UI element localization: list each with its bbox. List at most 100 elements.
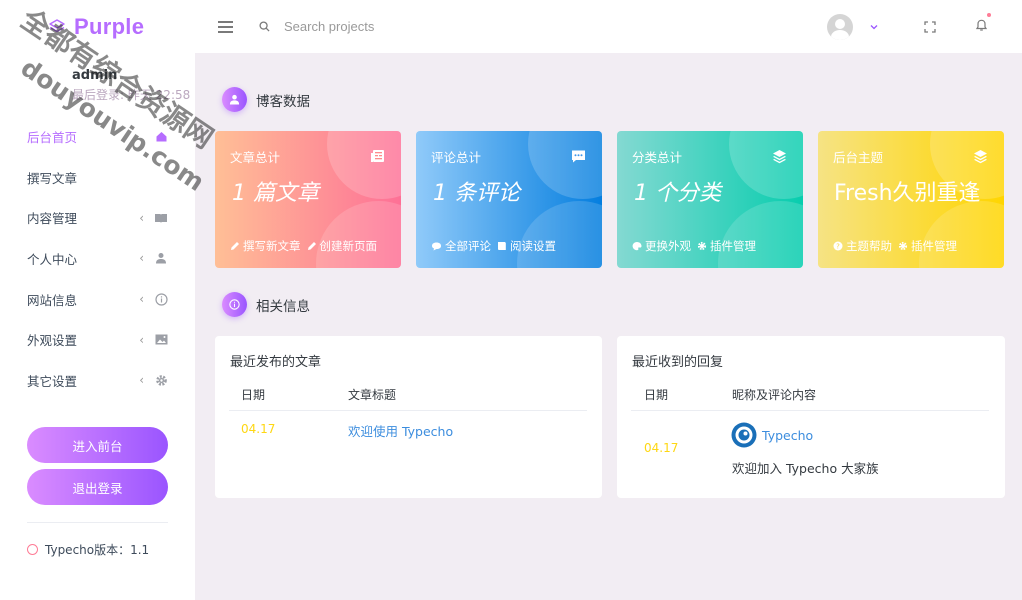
bell-icon — [975, 19, 988, 31]
palette-icon — [632, 242, 642, 251]
info-icon — [154, 292, 168, 306]
card-value: 1 条评论 — [433, 181, 520, 206]
svg-text:?: ? — [836, 243, 840, 251]
sidebar-item-label: 其它设置 — [27, 373, 78, 389]
notification-dot — [987, 12, 991, 17]
create-new-page-link[interactable]: 创建新页面 — [307, 238, 378, 254]
plugin-management-link[interactable]: 插件管理 — [697, 238, 756, 254]
column-header-author-comment: 昵称及评论内容 — [732, 388, 817, 402]
panel-title: 最近收到的回复 — [632, 355, 724, 370]
card-title: 文章总计 — [230, 150, 281, 165]
user-badge-icon — [222, 87, 247, 112]
sidebar-item-write-post[interactable]: 撰写文章 — [0, 157, 195, 198]
top-navbar: Purple — [0, 0, 1022, 53]
sidebar-item-profile[interactable]: 个人中心 ‹ — [0, 238, 195, 279]
link-label: 更换外观 — [645, 239, 691, 253]
sidebar-item-label: 内容管理 — [27, 211, 78, 227]
link-label: 阅读设置 — [510, 239, 556, 253]
chevron-left-icon: ‹ — [139, 332, 144, 347]
reading-settings-link[interactable]: 阅读设置 — [497, 238, 556, 254]
sidebar-item-content[interactable]: 内容管理 ‹ — [0, 197, 195, 238]
info-icon — [222, 292, 247, 317]
card-title: 评论总计 — [431, 150, 482, 165]
search-icon — [259, 21, 270, 32]
last-login-time: 最后登录: 昨天 22:58 — [72, 88, 191, 102]
circle-icon — [27, 544, 38, 555]
gear-icon — [154, 373, 168, 387]
layers-icon — [773, 150, 786, 164]
chevron-left-icon: ‹ — [139, 251, 144, 266]
comment-icon — [572, 150, 585, 163]
sidebar-item-other-settings[interactable]: 其它设置 ‹ — [0, 360, 195, 401]
link-label: 插件管理 — [911, 239, 957, 253]
chevron-down-icon[interactable] — [867, 20, 881, 34]
sidebar-menu: 后台首页 撰写文章 内容管理 ‹ 个人中心 ‹ 网站信息 ‹ 外观设置 ‹ 其它… — [0, 116, 195, 401]
link-label: 主题帮助 — [846, 239, 892, 253]
card-value: Fresh久别重逢 — [834, 181, 981, 206]
layers-icon — [974, 150, 987, 164]
fullscreen-icon[interactable] — [923, 20, 937, 34]
theme-help-link[interactable]: ? 主题帮助 — [833, 238, 892, 254]
plugin-management-link[interactable]: 插件管理 — [898, 238, 957, 254]
sidebar-item-appearance[interactable]: 外观设置 ‹ — [0, 319, 195, 360]
sidebar-item-label: 个人中心 — [27, 251, 78, 267]
post-title-link[interactable]: 欢迎使用 Typecho — [348, 421, 453, 440]
section-blog-data: 博客数据 — [222, 87, 310, 112]
card-admin-theme: 后台主题 Fresh久别重逢 ? 主题帮助 插件管理 — [818, 131, 1004, 268]
brand[interactable]: Purple — [0, 0, 195, 53]
user-icon — [154, 251, 168, 265]
column-header-date: 日期 — [241, 388, 266, 402]
chevron-left-icon: ‹ — [139, 210, 144, 225]
reply-date: 04.17 — [644, 441, 679, 455]
pencil-icon — [231, 242, 239, 250]
newspaper-icon — [371, 150, 384, 162]
divider — [229, 410, 587, 411]
brand-name: Purple — [74, 13, 145, 39]
sidebar: admin 最后登录: 昨天 22:58 后台首页 撰写文章 内容管理 ‹ 个人… — [0, 53, 195, 600]
typecho-avatar-icon — [731, 422, 757, 448]
sidebar-item-label: 网站信息 — [27, 292, 78, 308]
post-date: 04.17 — [241, 422, 276, 436]
link-label: 插件管理 — [710, 239, 756, 253]
gear-icon — [898, 241, 908, 251]
divider — [27, 522, 168, 523]
sidebar-item-label: 后台首页 — [27, 129, 78, 145]
write-new-post-link[interactable]: 撰写新文章 — [230, 238, 301, 254]
home-icon — [154, 129, 168, 143]
menu-toggle-button[interactable] — [218, 16, 240, 38]
change-appearance-link[interactable]: 更换外观 — [632, 238, 691, 254]
chat-icon — [432, 242, 441, 251]
enter-frontend-button[interactable]: 进入前台 — [27, 427, 168, 463]
chevron-left-icon: ‹ — [139, 292, 144, 307]
all-comments-link[interactable]: 全部评论 — [431, 238, 491, 254]
profile[interactable]: admin 最后登录: 昨天 22:58 — [0, 53, 195, 123]
card-title: 分类总计 — [632, 150, 683, 165]
card-categories-total: 分类总计 1 个分类 更换外观 插件管理 — [617, 131, 803, 268]
sidebar-item-dashboard[interactable]: 后台首页 — [0, 116, 195, 157]
chevron-left-icon: ‹ — [139, 373, 144, 388]
sidebar-item-site-info[interactable]: 网站信息 ‹ — [0, 279, 195, 320]
pencil-icon — [307, 242, 316, 250]
card-title: 后台主题 — [833, 150, 884, 165]
layers-logo-icon — [49, 18, 65, 32]
image-icon — [154, 333, 168, 347]
link-label: 创建新页面 — [319, 239, 378, 253]
divider — [631, 410, 989, 411]
panel-title: 最近发布的文章 — [230, 355, 322, 370]
notifications-button[interactable] — [975, 12, 991, 36]
reply-author-link[interactable]: Typecho — [762, 428, 813, 443]
profile-name: admin — [72, 68, 118, 83]
link-label: 全部评论 — [445, 239, 491, 253]
sidebar-item-label: 外观设置 — [27, 333, 78, 349]
sidebar-item-label: 撰写文章 — [27, 170, 78, 186]
avatar[interactable] — [827, 13, 853, 40]
version-info: Typecho版本：1.1 — [27, 541, 149, 558]
column-header-date: 日期 — [644, 388, 669, 402]
search-input[interactable] — [284, 19, 484, 34]
help-icon: ? — [833, 241, 843, 251]
logout-button[interactable]: 退出登录 — [27, 469, 168, 505]
section-related-info: 相关信息 — [222, 292, 310, 317]
section-title: 博客数据 — [256, 93, 310, 110]
footer-edge — [195, 595, 1022, 600]
link-label: 撰写新文章 — [243, 239, 301, 253]
